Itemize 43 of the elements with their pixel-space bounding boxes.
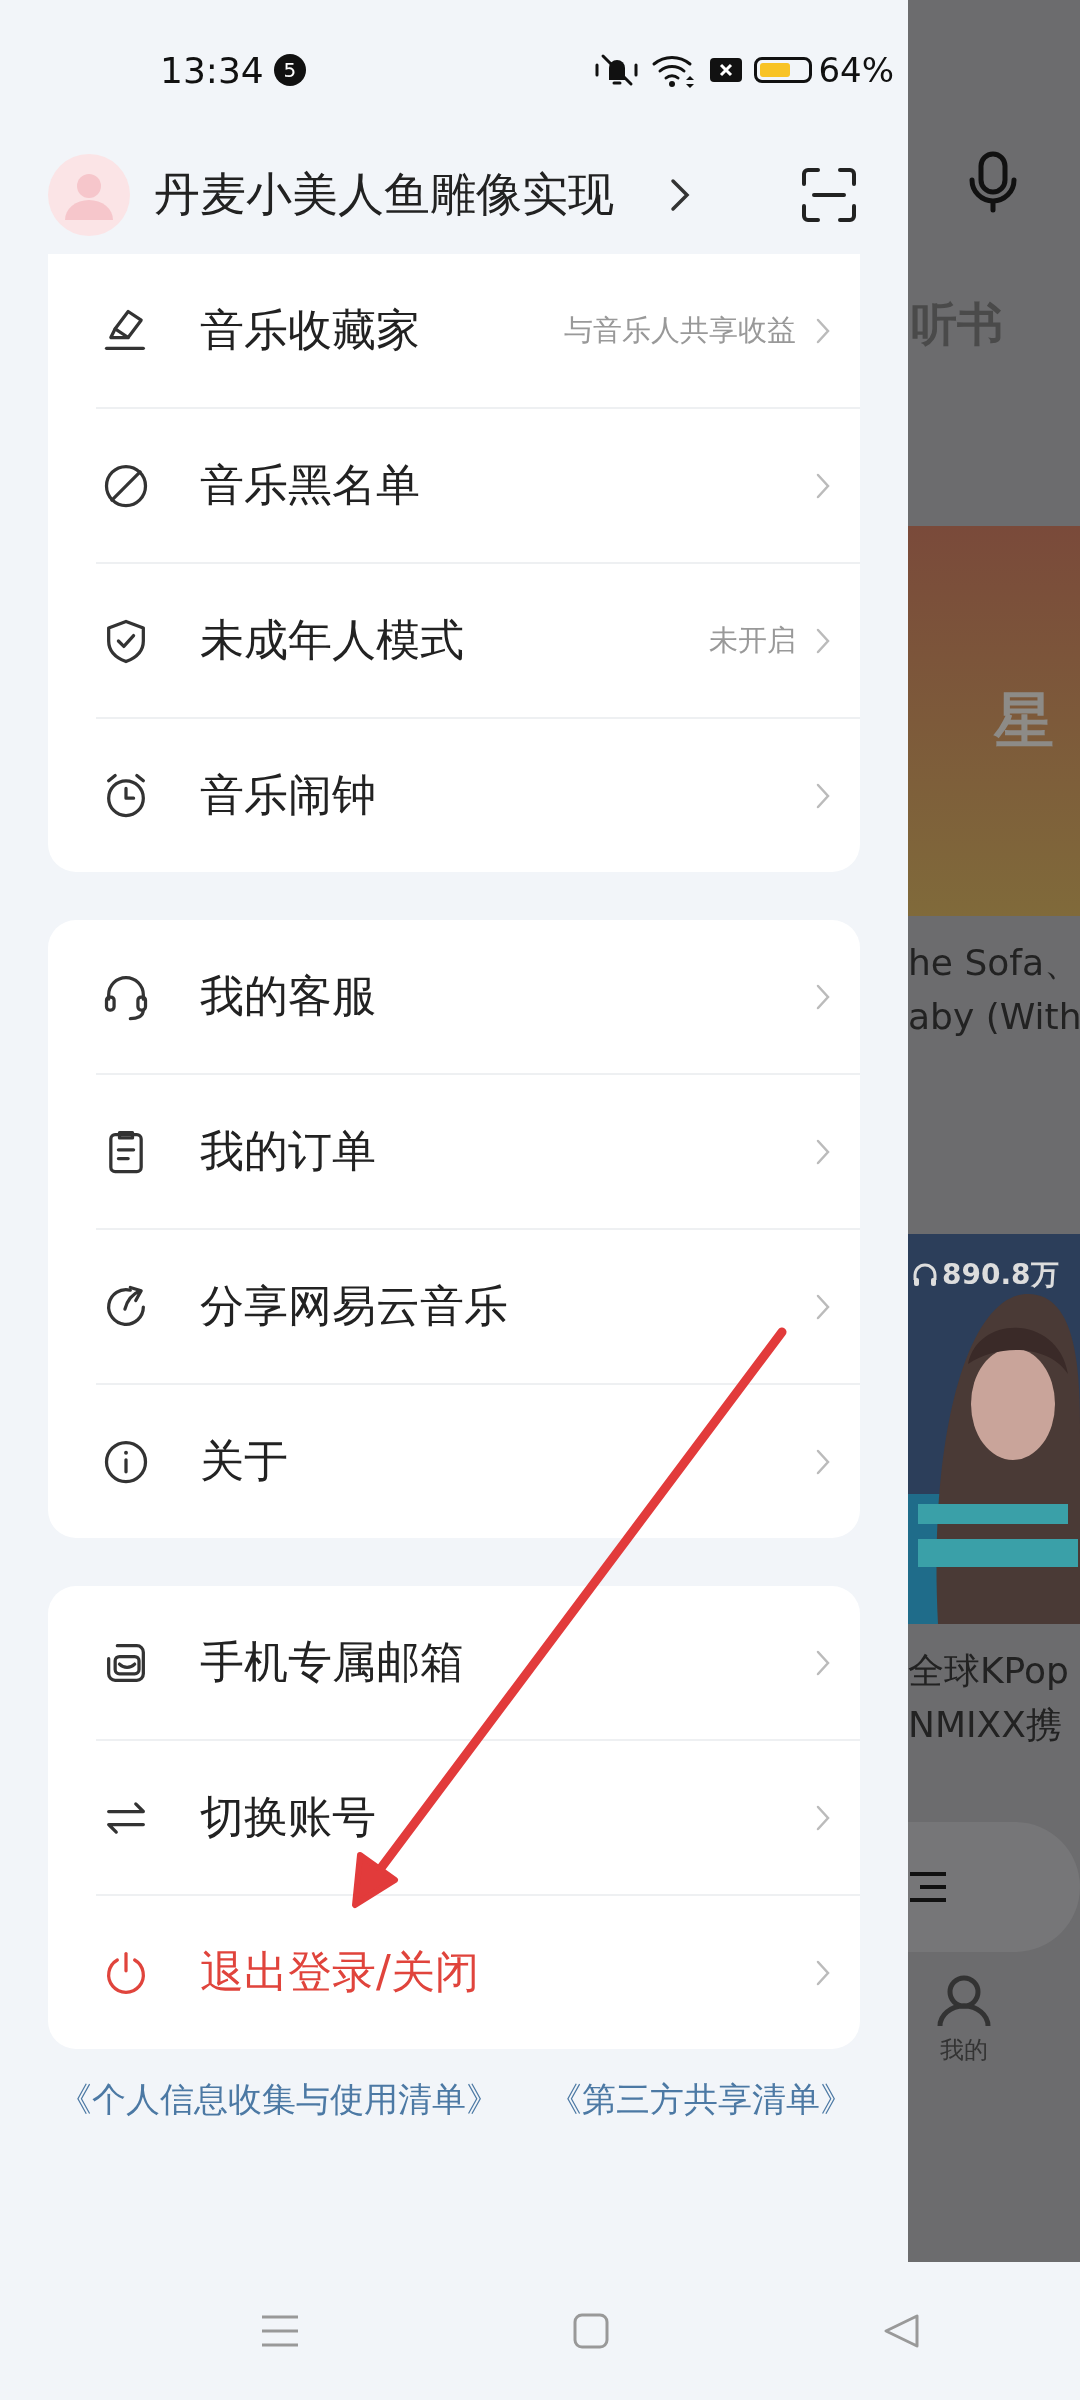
policy-link[interactable]: 《第三方共享清单》	[548, 2077, 854, 2123]
chevron-right-icon	[816, 1448, 830, 1475]
menu-item[interactable]: 我的订单	[96, 1073, 860, 1228]
menu-item[interactable]: 分享网易云音乐	[96, 1228, 860, 1383]
battery-percentage: 64%	[818, 50, 894, 90]
song-title: aby (With	[908, 995, 1080, 1039]
list-icon	[908, 1870, 948, 1904]
back-icon[interactable]	[882, 2312, 920, 2350]
clock-time: 13:34	[160, 49, 264, 91]
scan-icon[interactable]	[800, 166, 858, 224]
menu-item[interactable]: 未成年人模式 未开启	[96, 562, 860, 717]
chevron-right-icon	[816, 983, 830, 1010]
chevron-right-icon	[816, 1293, 830, 1320]
chevron-right-icon	[816, 1959, 830, 1986]
menu-item[interactable]: 音乐收藏家 与音乐人共享收益	[48, 254, 860, 407]
home-icon[interactable]	[572, 2312, 610, 2350]
menu-hint: 与音乐人共享收益	[564, 311, 796, 349]
battery-icon	[754, 57, 813, 83]
chevron-right-icon	[816, 1138, 830, 1165]
chevron-right-icon	[816, 627, 830, 654]
chevron-right-icon[interactable]	[670, 178, 690, 212]
chevron-right-icon	[816, 782, 830, 809]
chevron-right-icon	[816, 1649, 830, 1676]
banner-title: 星	[994, 683, 1054, 757]
menu-item[interactable]: 手机专属邮箱	[48, 1586, 860, 1739]
menu-item[interactable]: 我的客服	[48, 920, 860, 1073]
headphones-icon	[912, 1262, 938, 1288]
menu-item[interactable]: 音乐闹钟	[96, 717, 860, 872]
profile-name[interactable]: 丹麦小美人鱼雕像实现	[154, 164, 614, 226]
playlist-title: NMIXX携	[908, 1703, 1063, 1747]
playlist-title: 全球KPop	[908, 1649, 1070, 1693]
menu-item[interactable]: 关于	[96, 1383, 860, 1538]
policy-link[interactable]: 《个人信息收集与使用清单》	[58, 2077, 500, 2123]
menu-item[interactable]: 音乐黑名单	[96, 407, 860, 562]
avatar-icon[interactable]	[48, 154, 130, 236]
chevron-right-icon	[816, 1804, 830, 1831]
chevron-right-icon	[816, 317, 830, 344]
play-count: 890.8万	[942, 1257, 1059, 1293]
chevron-right-icon	[816, 472, 830, 499]
microphone-icon	[968, 150, 1018, 214]
menu-hint: 未开启	[709, 621, 796, 659]
notification-count-badge: 5	[273, 54, 306, 86]
song-title: he Sofa、	[908, 941, 1080, 985]
